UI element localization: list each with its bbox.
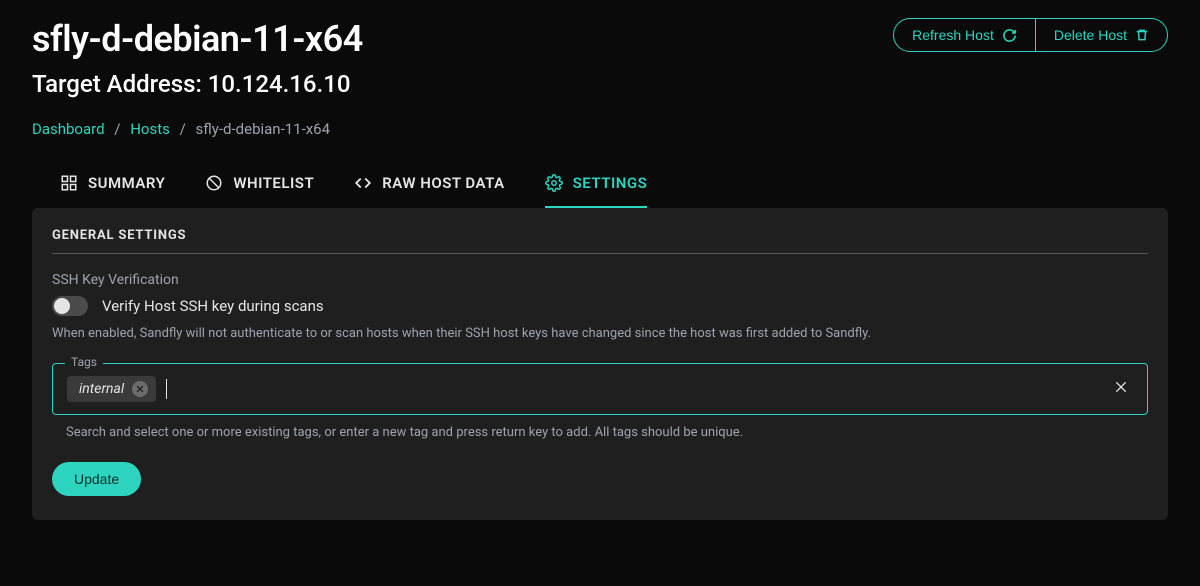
- breadcrumb-current: sfly-d-debian-11-x64: [196, 120, 331, 138]
- delete-host-button[interactable]: Delete Host: [1035, 19, 1167, 51]
- tab-settings-label: SETTINGS: [573, 174, 648, 192]
- tags-legend: Tags: [65, 355, 103, 369]
- update-button[interactable]: Update: [52, 462, 141, 496]
- refresh-host-button[interactable]: Refresh Host: [894, 19, 1035, 51]
- toggle-knob: [54, 298, 70, 314]
- ssh-verify-toggle[interactable]: [52, 296, 88, 316]
- tab-raw-label: RAW HOST DATA: [382, 174, 504, 192]
- tab-raw-host-data[interactable]: RAW HOST DATA: [354, 174, 504, 208]
- breadcrumb-separator: /: [114, 120, 120, 138]
- text-cursor: [166, 379, 167, 399]
- tabs: SUMMARY WHITELIST RAW HOST DATA SETTINGS: [32, 174, 1168, 208]
- breadcrumb-separator: /: [180, 120, 186, 138]
- clear-tags-button[interactable]: [1109, 379, 1133, 400]
- page-title: sfly-d-debian-11-x64: [32, 18, 363, 60]
- ssh-verify-toggle-label: Verify Host SSH key during scans: [102, 297, 324, 315]
- tag-chip: internal: [67, 376, 156, 402]
- target-address: Target Address: 10.124.16.10: [32, 70, 363, 98]
- breadcrumb-hosts[interactable]: Hosts: [130, 120, 170, 138]
- trash-icon: [1135, 28, 1149, 42]
- tab-summary-label: SUMMARY: [88, 174, 165, 192]
- breadcrumb-dashboard[interactable]: Dashboard: [32, 120, 105, 138]
- header-actions: Refresh Host Delete Host: [893, 18, 1168, 52]
- block-icon: [205, 174, 223, 192]
- ssh-verification-label: SSH Key Verification: [52, 272, 1148, 288]
- settings-panel: GENERAL SETTINGS SSH Key Verification Ve…: [32, 208, 1168, 520]
- tags-input[interactable]: [177, 378, 1099, 400]
- breadcrumb: Dashboard / Hosts / sfly-d-debian-11-x64: [32, 120, 1168, 138]
- close-icon: [1113, 379, 1129, 395]
- general-settings-heading: GENERAL SETTINGS: [52, 228, 1148, 254]
- refresh-host-label: Refresh Host: [912, 27, 994, 43]
- refresh-icon: [1002, 28, 1017, 43]
- tags-field[interactable]: Tags internal: [52, 363, 1148, 415]
- gear-icon: [545, 174, 563, 192]
- delete-host-label: Delete Host: [1054, 27, 1127, 43]
- close-icon: [135, 384, 145, 394]
- tags-helper: Search and select one or more existing t…: [52, 425, 1148, 440]
- tag-remove-button[interactable]: [132, 381, 148, 397]
- ssh-verify-helper: When enabled, Sandfly will not authentic…: [52, 326, 1148, 341]
- summary-icon: [60, 174, 78, 192]
- tab-whitelist[interactable]: WHITELIST: [205, 174, 314, 208]
- tab-settings[interactable]: SETTINGS: [545, 174, 648, 208]
- tag-chip-label: internal: [79, 381, 124, 397]
- code-icon: [354, 174, 372, 192]
- tab-whitelist-label: WHITELIST: [233, 174, 314, 192]
- tab-summary[interactable]: SUMMARY: [60, 174, 165, 208]
